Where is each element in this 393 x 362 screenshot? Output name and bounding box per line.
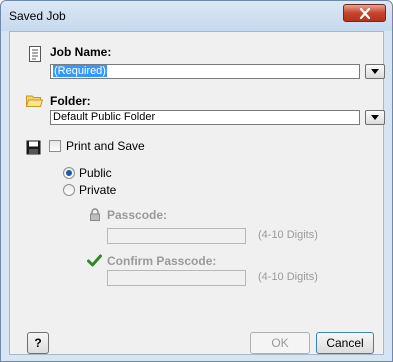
checkmark-icon: [87, 254, 102, 267]
print-and-save-checkbox[interactable]: [49, 140, 61, 152]
help-button[interactable]: ?: [27, 332, 49, 354]
folder-value: Default Public Folder: [53, 111, 156, 123]
print-and-save-label[interactable]: Print and Save: [66, 139, 145, 153]
close-icon: [359, 7, 370, 19]
chevron-down-icon: [371, 69, 379, 74]
job-name-input[interactable]: (Required): [50, 64, 360, 79]
passcode-hint: (4-10 Digits): [258, 229, 318, 241]
folder-label: Folder:: [50, 94, 91, 108]
chevron-down-icon: [371, 115, 379, 120]
confirm-passcode-hint: (4-10 Digits): [258, 271, 318, 283]
public-radio-label[interactable]: Public: [79, 166, 112, 180]
document-icon: [29, 46, 41, 62]
job-name-value: (Required): [53, 65, 107, 77]
window-title: Saved Job: [9, 9, 66, 23]
radio-selected-dot: [66, 170, 72, 176]
confirm-passcode-label: Confirm Passcode:: [107, 254, 217, 268]
job-name-label: Job Name:: [50, 45, 112, 59]
dialog-body: Job Name: (Required) Folder: Default Pub…: [9, 31, 385, 355]
private-radio[interactable]: [63, 184, 75, 196]
job-name-dropdown-button[interactable]: [365, 64, 385, 79]
saved-job-dialog: Saved Job Job Name: (Required) Folder: D…: [0, 0, 393, 362]
folder-select[interactable]: Default Public Folder: [50, 110, 360, 125]
folder-dropdown-button[interactable]: [365, 110, 385, 125]
ok-button[interactable]: OK: [250, 332, 310, 354]
public-radio[interactable]: [63, 167, 75, 179]
cancel-button[interactable]: Cancel: [316, 332, 374, 354]
confirm-passcode-input[interactable]: [107, 270, 246, 286]
close-button[interactable]: [343, 4, 386, 22]
passcode-input[interactable]: [107, 228, 246, 244]
private-radio-label[interactable]: Private: [79, 183, 116, 197]
title-bar: Saved Job: [1, 1, 392, 31]
floppy-disk-icon: [26, 140, 41, 155]
folder-icon: [26, 95, 43, 107]
lock-icon: [90, 208, 100, 221]
passcode-label: Passcode:: [107, 208, 168, 222]
